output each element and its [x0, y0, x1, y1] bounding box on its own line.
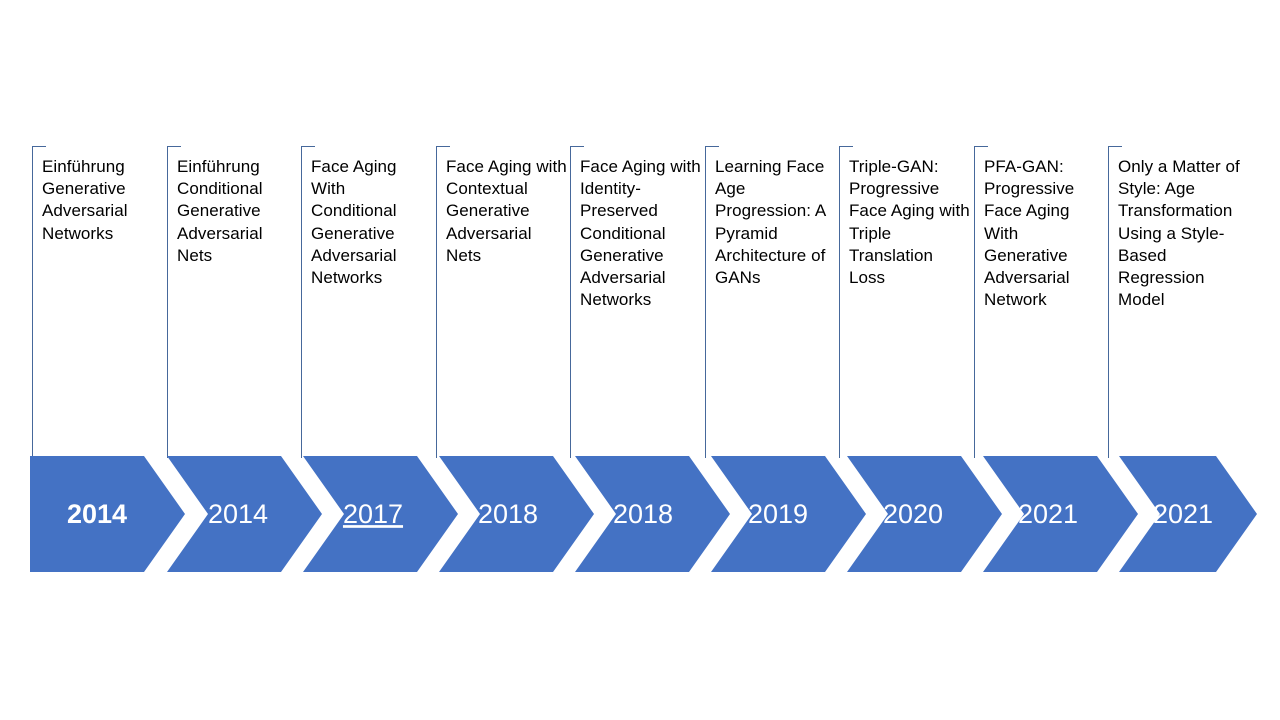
milestone-title: Face Aging with Contextual Generative Ad…	[446, 157, 567, 265]
timeline-callout-3[interactable]: Face Aging With Conditional Generative A…	[301, 146, 436, 458]
timeline-callout-2[interactable]: Einführung Conditional Generative Advers…	[167, 146, 302, 458]
chevron-year-label: 2020	[883, 499, 943, 529]
chevron-year-label: 2014	[67, 499, 127, 529]
timeline-callout-1[interactable]: Einführung Generative Adversarial Networ…	[32, 146, 167, 458]
chevron-year-label: 2018	[613, 499, 673, 529]
chevron-year-label: 2021	[1153, 499, 1213, 529]
milestone-title: Einführung Conditional Generative Advers…	[177, 157, 263, 265]
timeline-callout-6[interactable]: Learning Face Age Progression: A Pyramid…	[705, 146, 840, 458]
milestone-title: Triple-GAN: Progressive Face Aging with …	[849, 157, 970, 288]
chevron-year-label: 2017	[343, 499, 403, 529]
timeline-callout-8[interactable]: PFA-GAN: Progressive Face Aging With Gen…	[974, 146, 1109, 458]
chevron-year-label: 2018	[478, 499, 538, 529]
timeline-chevron-band: 2014 2014 2017 2018 2018 2019 2020 2021 …	[0, 456, 1280, 572]
timeline-callout-9[interactable]: Only a Matter of Style: Age Transformati…	[1108, 146, 1243, 458]
timeline-diagram: Einführung Generative Adversarial Networ…	[0, 0, 1280, 720]
chevron-year-label: 2019	[748, 499, 808, 529]
milestone-title: Einführung Generative Adversarial Networ…	[42, 157, 128, 243]
chevron-year-label: 2014	[208, 499, 268, 529]
timeline-callout-5[interactable]: Face Aging with Identity-Preserved Condi…	[570, 146, 705, 458]
milestone-title: Only a Matter of Style: Age Transformati…	[1118, 157, 1240, 310]
timeline-callout-4[interactable]: Face Aging with Contextual Generative Ad…	[436, 146, 571, 458]
milestone-title: Face Aging with Identity-Preserved Condi…	[580, 157, 701, 310]
milestone-title: Face Aging With Conditional Generative A…	[311, 157, 397, 288]
milestone-title: PFA-GAN: Progressive Face Aging With Gen…	[984, 157, 1075, 310]
timeline-callout-7[interactable]: Triple-GAN: Progressive Face Aging with …	[839, 146, 974, 458]
chevron-year-label: 2021	[1018, 499, 1078, 529]
milestone-title: Learning Face Age Progression: A Pyramid…	[715, 157, 826, 288]
